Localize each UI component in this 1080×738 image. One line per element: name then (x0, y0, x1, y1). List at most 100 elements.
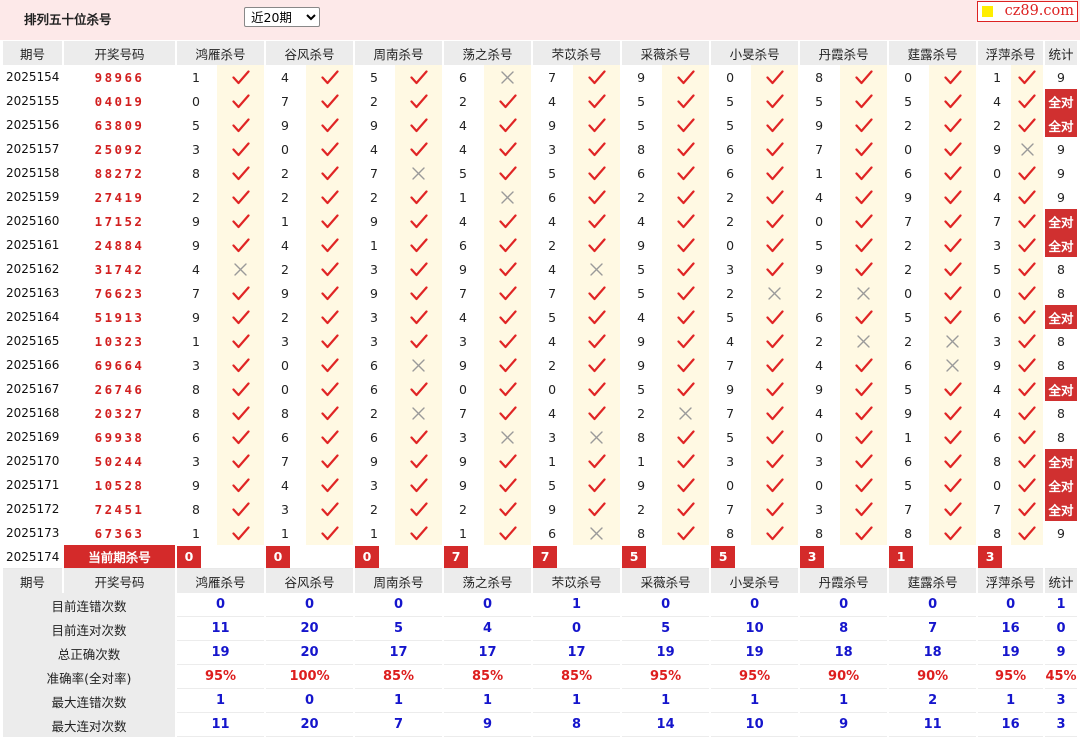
correct-mark (395, 65, 443, 89)
correct-mark (395, 137, 443, 161)
kill-number: 4 (459, 117, 467, 133)
check-icon (676, 69, 695, 84)
kill-number: 4 (815, 405, 824, 421)
kill-number: 4 (281, 69, 289, 85)
check-icon (587, 117, 606, 132)
all-correct-badge: 全对 (1045, 305, 1077, 329)
current-kill-number: 1 (889, 545, 914, 568)
kill-number: 2 (370, 189, 378, 205)
correct-mark (662, 449, 710, 473)
correct-mark (840, 65, 888, 89)
issue-number: 2025155 (6, 94, 60, 108)
col-header-expert-7: 小旻杀号 (711, 569, 799, 593)
issue-number: 2025163 (6, 286, 60, 300)
correct-mark (662, 281, 710, 305)
correct-count: 8 (1057, 261, 1065, 277)
kill-number: 4 (548, 261, 557, 277)
check-icon (765, 261, 784, 276)
current-kill-label: 当前期杀号 (64, 545, 175, 569)
check-icon (320, 333, 339, 348)
check-icon (855, 381, 873, 396)
col-header-expert-2: 谷风杀号 (266, 569, 354, 593)
correct-mark (840, 113, 888, 137)
check-icon (1018, 165, 1036, 180)
summary-value: 1 (355, 689, 443, 713)
wrong-mark (217, 257, 265, 281)
check-icon (320, 477, 339, 492)
correct-mark (306, 65, 354, 89)
check-icon (320, 237, 339, 252)
correct-mark (484, 473, 532, 497)
col-header-stat: 统计 (1045, 41, 1077, 65)
correct-count: 9 (1057, 189, 1065, 205)
kill-number: 4 (548, 405, 557, 421)
kill-number: 7 (904, 501, 913, 517)
page-title: 排列五十位杀号 (24, 12, 112, 27)
kill-number: 9 (637, 477, 646, 493)
cross-icon (501, 70, 514, 84)
check-icon (231, 405, 250, 420)
check-icon (320, 429, 339, 444)
table-row: 2025164 51913 9 2 3 4 5 4 5 6 5 6 全对 (3, 305, 1077, 329)
summary-value: 11 (177, 713, 265, 737)
check-icon (1018, 501, 1036, 516)
kill-number: 4 (281, 237, 289, 253)
table-row: 2025154 98966 1 4 5 6 7 9 0 8 0 1 9 (3, 65, 1077, 89)
kill-number: 8 (815, 69, 824, 85)
check-icon (320, 525, 339, 540)
check-icon (498, 117, 517, 132)
kill-number: 6 (370, 429, 378, 445)
summary-value: 90% (800, 665, 888, 689)
kill-number: 4 (459, 309, 467, 325)
period-range-select[interactable]: 近20期 (244, 7, 320, 27)
kill-number: 2 (726, 285, 735, 301)
kill-number: 9 (459, 261, 467, 277)
cross-icon (412, 358, 425, 372)
correct-mark (662, 305, 710, 329)
wrong-mark (395, 161, 443, 185)
kill-number: 2 (459, 501, 467, 517)
check-icon (944, 429, 962, 444)
correct-mark (929, 449, 977, 473)
correct-mark (306, 89, 354, 113)
kill-number: 7 (459, 285, 467, 301)
current-kill-cell: 3 (800, 545, 888, 569)
table-row: 2025168 20327 8 8 2 7 4 2 7 4 9 4 8 (3, 401, 1077, 425)
kill-number: 0 (815, 429, 824, 445)
correct-mark (484, 305, 532, 329)
correct-mark (662, 89, 710, 113)
summary-value: 14 (622, 713, 710, 737)
kill-number: 2 (281, 165, 289, 181)
site-logo[interactable]: cz89.com (977, 1, 1078, 22)
summary-value: 0 (800, 593, 888, 617)
kill-number: 7 (993, 213, 1002, 229)
summary-value: 11 (889, 713, 977, 737)
check-icon (587, 189, 606, 204)
check-icon (1018, 189, 1036, 204)
kill-number: 1 (370, 237, 378, 253)
check-icon (855, 501, 873, 516)
check-icon (765, 93, 784, 108)
kill-number: 5 (815, 237, 824, 253)
correct-mark (929, 209, 977, 233)
check-icon (944, 261, 962, 276)
summary-value: 0 (622, 593, 710, 617)
kill-number: 6 (993, 309, 1002, 325)
kill-number: 5 (726, 309, 735, 325)
kill-number: 3 (548, 429, 557, 445)
kill-number: 7 (904, 213, 913, 229)
correct-mark (217, 329, 265, 353)
correct-count: 8 (1057, 357, 1065, 373)
summary-value: 95% (177, 665, 265, 689)
check-icon (676, 141, 695, 156)
check-icon (855, 141, 873, 156)
correct-mark (573, 89, 621, 113)
check-icon (676, 117, 695, 132)
current-kill-cell: 0 (355, 545, 443, 569)
correct-mark (751, 449, 799, 473)
check-icon (498, 405, 517, 420)
correct-mark (662, 257, 710, 281)
table-row: 2025166 69664 3 0 6 9 2 9 7 4 6 9 8 (3, 353, 1077, 377)
check-icon (765, 333, 784, 348)
check-icon (944, 525, 962, 540)
